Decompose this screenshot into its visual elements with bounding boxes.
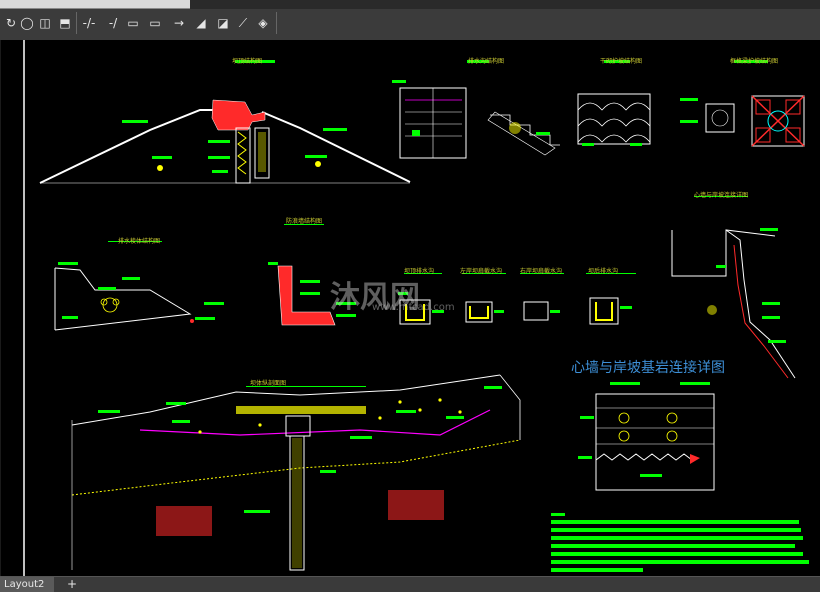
- label-wave-wall: 防浪墙结构图: [286, 218, 323, 225]
- chamfer-icon[interactable]: ⟋: [234, 14, 252, 32]
- break-icon[interactable]: ◢: [192, 14, 210, 32]
- layout-tabbar: Layout2 +: [0, 576, 820, 592]
- ditches: [398, 273, 636, 325]
- label-ditch-4: 坝后排水沟: [588, 268, 619, 275]
- command-input[interactable]: [0, 0, 190, 9]
- label-grid-slope: 框格梁护坡结构图: [730, 58, 779, 65]
- label-ditch-2: 左岸坝肩截水沟: [460, 268, 503, 275]
- bottom-right-detail: [578, 382, 715, 491]
- dam-crest-section: [39, 60, 411, 184]
- drain-section: [392, 60, 560, 159]
- add-tab-button[interactable]: +: [64, 577, 80, 592]
- slope-protect: [577, 60, 651, 146]
- label-slope-protect: 干砌护坡结构图: [600, 58, 643, 65]
- join-icon[interactable]: ◪: [214, 14, 232, 32]
- notes-block: [551, 513, 809, 572]
- extend-icon[interactable]: →: [170, 14, 188, 32]
- right-detail: [671, 196, 796, 379]
- watermark-url: www.mfcad.com: [372, 302, 455, 313]
- headline-label: 心墙与岸坡基岩连接详图: [571, 357, 725, 377]
- rectangle-icon[interactable]: -/: [104, 14, 122, 32]
- fillet-icon[interactable]: ◈: [254, 14, 272, 32]
- cursor-icon[interactable]: ⬒: [56, 14, 74, 32]
- label-main-section: 坝体纵剖面图: [250, 380, 287, 387]
- downstream-prism: [54, 241, 224, 331]
- label-ditch-3: 右岸坝肩截水沟: [520, 268, 563, 275]
- tab-layout2[interactable]: Layout2: [0, 577, 55, 592]
- label-drain: 排水沟结构图: [468, 58, 505, 65]
- trim-icon[interactable]: ▭: [146, 14, 164, 32]
- label-downstream: 排水棱体结构图: [118, 238, 161, 245]
- label-right-detail: 心墙与岸坡连接详图: [694, 192, 749, 199]
- undo-icon[interactable]: ◯: [18, 14, 36, 32]
- toolbar: ↻ ◯ ◫ ⬒ -/- -/ ▭ ▭ → ◢ ◪ ⟋ ◈: [0, 0, 820, 41]
- insert-icon[interactable]: ▭: [124, 14, 142, 32]
- grid-slope: [680, 60, 805, 147]
- drawing-canvas[interactable]: 坝顶结构图 排水沟结构图 干砌护坡结构图 框格梁护坡结构图 排水棱体结构图 防浪…: [0, 40, 820, 576]
- main-section: [71, 374, 521, 571]
- extra-icon[interactable]: ◫: [36, 14, 54, 32]
- label-dam-crest: 坝顶结构图: [232, 58, 263, 65]
- orbit-icon[interactable]: -/-: [80, 14, 98, 32]
